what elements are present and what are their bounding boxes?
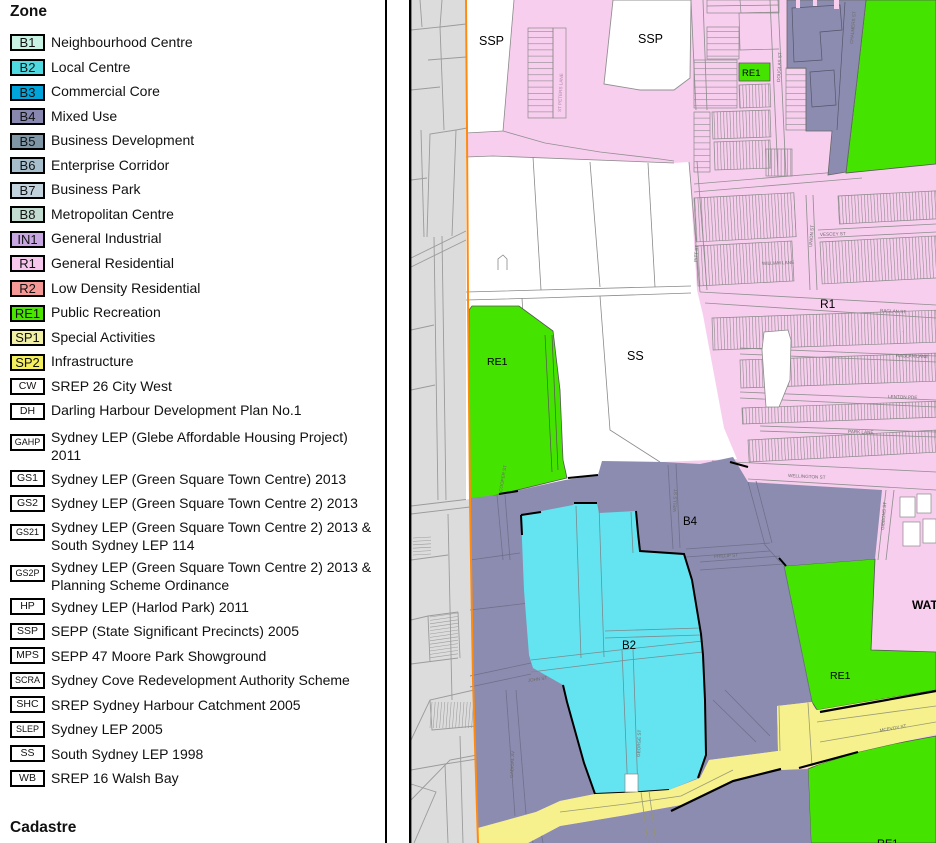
svg-text:PARK LANE: PARK LANE: [848, 429, 874, 435]
svg-text:SS: SS: [627, 349, 644, 363]
svg-text:SSP: SSP: [479, 34, 504, 48]
svg-text:RE1: RE1: [487, 356, 508, 368]
svg-text:B2: B2: [622, 640, 636, 652]
svg-text:WAT: WAT: [912, 598, 936, 612]
svg-text:VESCEY ST: VESCEY ST: [820, 231, 846, 237]
svg-text:RE1: RE1: [877, 838, 898, 843]
svg-text:LENTON PDE: LENTON PDE: [888, 394, 917, 400]
svg-text:RE1: RE1: [830, 670, 851, 682]
svg-text:B4: B4: [683, 516, 698, 528]
svg-text:RE1: RE1: [742, 68, 760, 79]
svg-text:SSP: SSP: [638, 32, 663, 46]
svg-text:GEORGE ST: GEORGE ST: [636, 729, 642, 757]
svg-text:R1: R1: [820, 297, 836, 311]
